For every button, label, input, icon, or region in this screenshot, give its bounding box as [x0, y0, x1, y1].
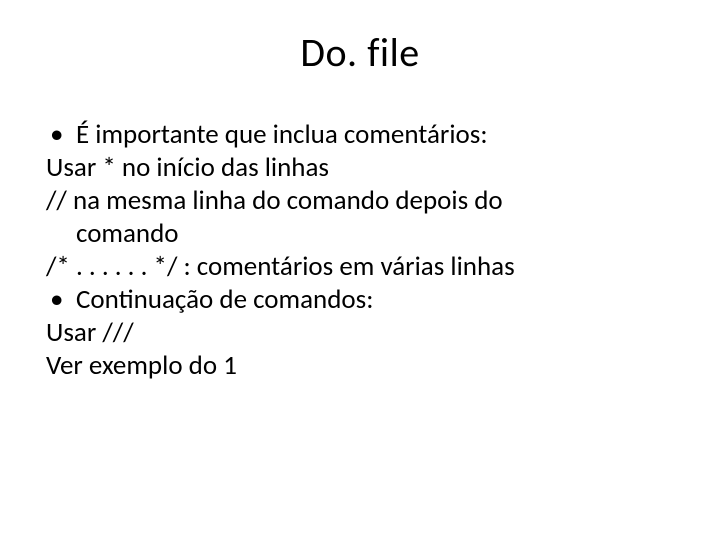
- body-line: /* . . . . . . */ : comentários em vária…: [46, 251, 674, 284]
- body-line: Usar ///: [46, 317, 674, 350]
- body-line-continuation: comando: [46, 218, 674, 251]
- bullet-text: É importante que inclua comentários:: [76, 119, 674, 152]
- body-line: // na mesma linha do comando depois do: [46, 185, 674, 218]
- bullet-glyph: •: [46, 284, 76, 317]
- bullet-glyph: •: [46, 119, 76, 152]
- bullet-text: Continuação de comandos:: [76, 284, 674, 317]
- slide: Do. file • É importante que inclua comen…: [0, 0, 720, 540]
- slide-title: Do. file: [46, 28, 674, 77]
- slide-body: • É importante que inclua comentários: U…: [46, 119, 674, 383]
- bullet-item: • Continuação de comandos:: [46, 284, 674, 317]
- body-line: Usar * no início das linhas: [46, 152, 674, 185]
- bullet-item: • É importante que inclua comentários:: [46, 119, 674, 152]
- body-line: Ver exemplo do 1: [46, 350, 674, 383]
